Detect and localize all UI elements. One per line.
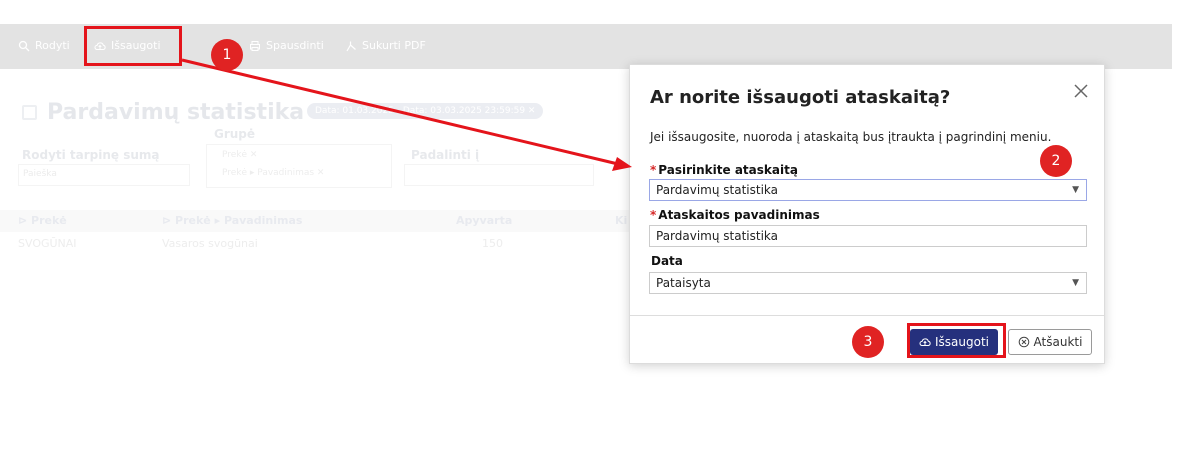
step-badge: 1: [211, 39, 243, 71]
annotation-arrow: [181, 58, 632, 171]
step-badge: 3: [852, 326, 884, 358]
step-badge: 2: [1040, 145, 1072, 177]
